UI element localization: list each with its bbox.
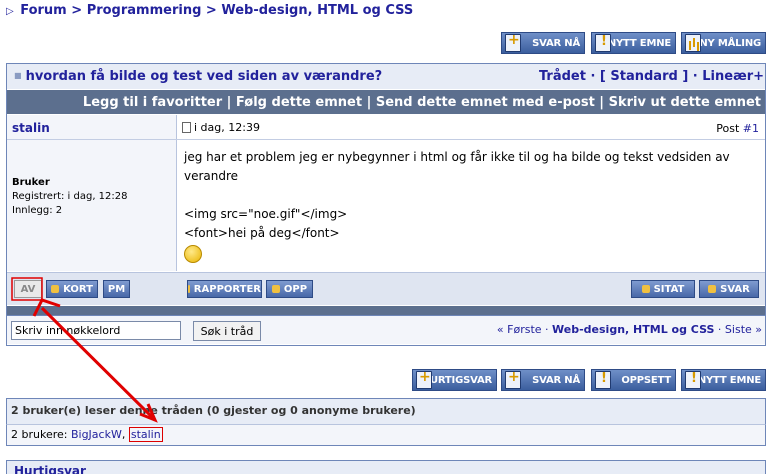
settings-button[interactable]: OPPSETT [591, 369, 676, 391]
readers-list: 2 brukere: BigJackW, stalin [11, 427, 163, 442]
post-username[interactable]: stalin [12, 121, 50, 135]
warning-icon [188, 285, 190, 293]
breadcrumb-forum[interactable]: Forum [20, 3, 67, 18]
pager-first[interactable]: « Første [497, 323, 542, 336]
thread-pager: « Første · Web-design, HTML og CSS · Sis… [497, 323, 762, 336]
reply-now-label: SVAR NÅ [532, 37, 580, 49]
breadcrumb-programmering[interactable]: Programmering [87, 3, 202, 18]
card-label: KORT [63, 283, 93, 295]
thread-tools-links[interactable]: Legg til i favoritter | Følg dette emnet… [83, 95, 761, 110]
search-thread-button[interactable]: Søk i tråd [193, 321, 261, 341]
new-poll-button[interactable]: NY MÅLING [681, 32, 766, 54]
smiley-icon [184, 245, 202, 263]
new-topic-bottom-label: NYTT EMNE [697, 374, 761, 386]
divider [7, 139, 765, 140]
quick-reply-icon [416, 369, 432, 389]
reply-label: SVAR [720, 283, 750, 295]
post-number-link[interactable]: #1 [743, 122, 759, 135]
card-button[interactable]: KORT [46, 280, 98, 298]
reply-icon [505, 369, 521, 389]
reply-now-bottom-label: SVAR NÅ [532, 374, 580, 386]
up-arrow-icon [271, 285, 280, 293]
new-topic-icon [685, 371, 701, 389]
user-role: Bruker [12, 177, 50, 188]
offline-status-button[interactable]: AV [14, 280, 42, 298]
quick-reply-button[interactable]: HURTIGSVAR [412, 369, 497, 391]
post-label: Post [716, 122, 743, 135]
reply-now-bottom-button[interactable]: SVAR NÅ [501, 369, 585, 391]
new-topic-icon [595, 34, 611, 52]
new-topic-label: NYTT EMNE [607, 37, 671, 49]
post-date: i dag, 12:39 [182, 121, 260, 134]
plus-icon [641, 285, 650, 293]
quick-reply-panel [6, 460, 766, 474]
reply-icon [505, 32, 521, 52]
quote-button[interactable]: SITAT [631, 280, 695, 298]
separator-bar [7, 306, 765, 315]
up-label: OPP [283, 283, 308, 295]
thread-title: ■ hvordan få bilde og test ved siden av v… [14, 69, 382, 84]
reply-button[interactable]: SVAR [699, 280, 759, 298]
post-number: Post #1 [716, 122, 759, 135]
new-topic-bottom-button[interactable]: NYTT EMNE [681, 369, 766, 391]
post-doc-icon [182, 122, 191, 133]
quick-reply-label: HURTIGSVAR [421, 374, 492, 386]
pager-dot: · [541, 323, 553, 336]
user-icon [51, 285, 60, 293]
new-topic-button[interactable]: NYTT EMNE [591, 32, 676, 54]
user-registered: Registrert: i dag, 12:28 [12, 191, 128, 202]
pager-dot: · [714, 323, 725, 336]
quote-icon [708, 285, 717, 293]
breadcrumb-sep: > [66, 3, 87, 18]
thread-title-text: hvordan få bilde og test ved siden av væ… [25, 69, 383, 84]
post-date-text: i dag, 12:39 [194, 121, 260, 134]
breadcrumb: ▷ Forum > Programmering > Web-design, HT… [6, 3, 413, 18]
user-info: Bruker Registrert: i dag, 12:28 Innlegg:… [12, 176, 128, 218]
user-post-count: Innlegg: 2 [12, 205, 63, 216]
breadcrumb-sep: > [201, 3, 222, 18]
post-body-line: jeg har et problem jeg er nybegynner i h… [184, 150, 730, 183]
pm-button[interactable]: PM [103, 280, 130, 298]
thread-search-input[interactable] [11, 321, 181, 340]
report-label: RAPPORTER [193, 283, 261, 295]
poll-icon [685, 34, 701, 52]
readers-prefix: 2 brukere: [11, 428, 71, 441]
breadcrumb-arrow-icon: ▷ [6, 6, 14, 17]
breadcrumb-webdesign[interactable]: Web-design, HTML og CSS [221, 3, 413, 18]
reply-now-button[interactable]: SVAR NÅ [501, 32, 585, 54]
settings-label: OPPSETT [621, 374, 671, 386]
up-button[interactable]: OPP [266, 280, 313, 298]
bullet-icon: ■ [14, 71, 22, 80]
quote-label: SITAT [653, 283, 685, 295]
quick-reply-title: Hurtigsvar [14, 464, 86, 474]
pager-last[interactable]: Siste » [725, 323, 762, 336]
settings-icon [595, 371, 611, 389]
post-body: jeg har et problem jeg er nybegynner i h… [184, 148, 760, 269]
readers-title: 2 bruker(e) leser denne tråden (0 gjeste… [11, 404, 416, 417]
post-body-line: <font>hei på deg</font> [184, 226, 340, 240]
thread-view-mode[interactable]: Trådet · [ Standard ] · Lineær+ [539, 69, 764, 84]
reader-stalin[interactable]: stalin [128, 427, 163, 442]
pager-forum[interactable]: Web-design, HTML og CSS [552, 323, 714, 336]
report-button[interactable]: RAPPORTER [187, 280, 262, 298]
new-poll-label: NY MÅLING [699, 37, 761, 49]
reader-bigjackw[interactable]: BigJackW [71, 428, 122, 441]
post-body-line: <img src="noe.gif"</img> [184, 207, 348, 221]
